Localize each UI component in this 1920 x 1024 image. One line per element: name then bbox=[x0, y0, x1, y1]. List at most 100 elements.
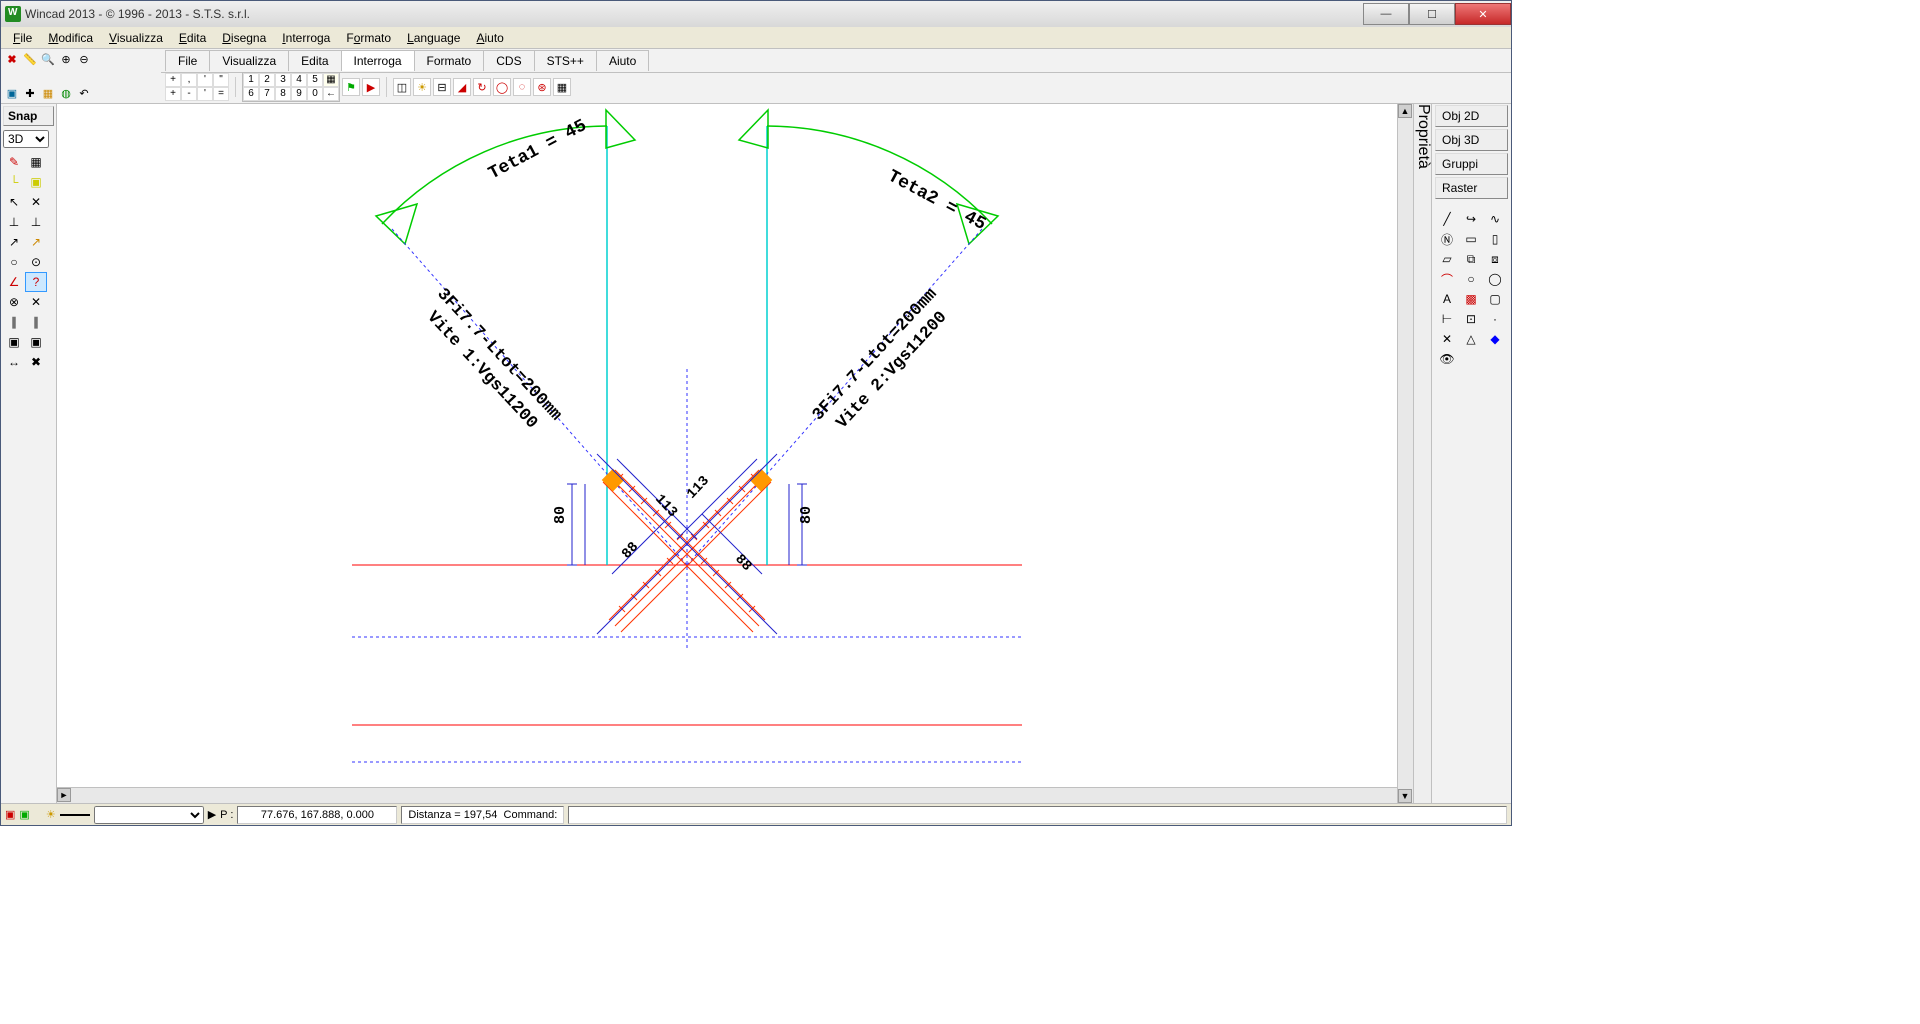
tool-zoom-icon[interactable]: 🔍 bbox=[41, 52, 55, 66]
draw-ang-icon[interactable]: ✕ bbox=[1436, 330, 1458, 348]
snap-par2-icon[interactable]: ∥ bbox=[25, 312, 47, 332]
menu-interroga[interactable]: Interroga bbox=[274, 29, 338, 47]
tool-zoomout-icon[interactable]: ⊖ bbox=[77, 52, 91, 66]
minimize-button[interactable]: — bbox=[1363, 3, 1409, 25]
horizontal-scrollbar[interactable]: ◄► bbox=[57, 787, 1397, 803]
tab-aiuto[interactable]: Aiuto bbox=[596, 50, 649, 71]
number-pad[interactable]: 12345▦ 67890← bbox=[242, 72, 340, 102]
snap-box-icon[interactable]: ▣ bbox=[25, 172, 47, 192]
plusminus-grid[interactable]: +,'" +-'= bbox=[165, 73, 229, 101]
tool-sel4-icon[interactable]: ◢ bbox=[453, 78, 471, 96]
draw-circle-icon[interactable]: ○ bbox=[1460, 270, 1482, 288]
snap-par-icon[interactable]: ∥ bbox=[3, 312, 25, 332]
close-button[interactable]: ✕ bbox=[1455, 3, 1511, 25]
linetype-select[interactable] bbox=[94, 806, 204, 824]
snap-int-icon[interactable]: ✕ bbox=[25, 292, 47, 312]
snap-win2-icon[interactable]: ▣ bbox=[25, 332, 47, 352]
draw-dim-icon[interactable]: ⊢ bbox=[1436, 310, 1458, 328]
snap-corner-icon[interactable]: └ bbox=[3, 172, 25, 192]
tab-obj3d[interactable]: Obj 3D bbox=[1435, 129, 1508, 151]
draw-fill-icon[interactable]: ▢ bbox=[1484, 290, 1506, 308]
tab-visualizza[interactable]: Visualizza bbox=[209, 50, 289, 71]
view-mode-select[interactable]: 3D bbox=[3, 130, 49, 148]
draw-curve-icon[interactable]: ∿ bbox=[1484, 210, 1506, 228]
draw-poly-icon[interactable]: Ⓝ bbox=[1436, 230, 1458, 248]
tool-sel5-icon[interactable]: ↻ bbox=[473, 78, 491, 96]
snap-perp2-icon[interactable]: ⊥ bbox=[25, 212, 47, 232]
tab-file[interactable]: File bbox=[165, 50, 210, 71]
draw-arc-icon[interactable]: ⌒ bbox=[1436, 270, 1458, 288]
tool-sel9-icon[interactable]: ▦ bbox=[553, 78, 571, 96]
tab-formato[interactable]: Formato bbox=[414, 50, 485, 71]
menu-language[interactable]: Language bbox=[399, 29, 468, 47]
snap-sel1-icon[interactable]: ∠ bbox=[3, 272, 25, 292]
menu-aiuto[interactable]: Aiuto bbox=[468, 29, 511, 47]
menu-visualizza[interactable]: Visualizza bbox=[101, 29, 171, 47]
tool-undo-icon[interactable]: ↶ bbox=[77, 86, 91, 100]
status-arrow-icon[interactable]: ▶ bbox=[208, 808, 216, 821]
draw-dot-icon[interactable]: ⊡ bbox=[1460, 310, 1482, 328]
draw-arrow-icon[interactable]: ↪ bbox=[1460, 210, 1482, 228]
tool-ruler-icon[interactable]: 📏 bbox=[23, 52, 37, 66]
snap-none-icon[interactable]: ✖ bbox=[25, 352, 47, 372]
snap-endpoint-icon[interactable]: ✎ bbox=[3, 152, 25, 172]
tab-stspp[interactable]: STS++ bbox=[534, 50, 597, 71]
draw-pt-icon[interactable]: · bbox=[1484, 310, 1506, 328]
tool-flag-icon[interactable]: ⚑ bbox=[342, 78, 360, 96]
tab-edita[interactable]: Edita bbox=[288, 50, 341, 71]
draw-rect-icon[interactable]: ▭ bbox=[1460, 230, 1482, 248]
tool-sel7-icon[interactable]: ◌ bbox=[513, 78, 531, 96]
tab-cds[interactable]: CDS bbox=[483, 50, 534, 71]
tool-sel8-icon[interactable]: ⊛ bbox=[533, 78, 551, 96]
snap-grid-icon[interactable]: ▦ bbox=[25, 152, 47, 172]
draw-eye-icon[interactable]: 👁 bbox=[1436, 350, 1458, 368]
draw-text-icon[interactable]: A bbox=[1436, 290, 1458, 308]
snap-arrow-icon[interactable]: ↔ bbox=[3, 352, 25, 372]
snap-cen-icon[interactable]: ⊙ bbox=[25, 252, 47, 272]
tool-sel2-icon[interactable]: ☀ bbox=[413, 78, 431, 96]
tool-sel3-icon[interactable]: ⊟ bbox=[433, 78, 451, 96]
snap-node-icon[interactable]: ⊗ bbox=[3, 292, 25, 312]
tab-raster[interactable]: Raster bbox=[1435, 177, 1508, 199]
tool-screen-icon[interactable]: ▣ bbox=[5, 86, 19, 100]
draw-blue-icon[interactable]: ◆ bbox=[1484, 330, 1506, 348]
tool-plus-icon[interactable]: ✚ bbox=[23, 86, 37, 100]
tool-globe-icon[interactable]: ◍ bbox=[59, 86, 73, 100]
tool-tri-icon[interactable]: ▶ bbox=[362, 78, 380, 96]
command-input[interactable] bbox=[568, 806, 1507, 824]
tab-gruppi[interactable]: Gruppi bbox=[1435, 153, 1508, 175]
menu-file[interactable]: File bbox=[5, 29, 40, 47]
snap-tan-icon[interactable]: ↗ bbox=[3, 232, 25, 252]
menu-edita[interactable]: Edita bbox=[171, 29, 214, 47]
draw-shape-icon[interactable]: ⧉ bbox=[1460, 250, 1482, 268]
snap-near-icon[interactable]: ↖ bbox=[3, 192, 25, 212]
draw-ang2-icon[interactable]: △ bbox=[1460, 330, 1482, 348]
snap-button[interactable]: Snap bbox=[3, 106, 54, 126]
tool-sel6-icon[interactable]: ◯ bbox=[493, 78, 511, 96]
draw-ellipse-icon[interactable]: ◯ bbox=[1484, 270, 1506, 288]
tool-zoomin-icon[interactable]: ⊕ bbox=[59, 52, 73, 66]
draw-shape2-icon[interactable]: ⧈ bbox=[1484, 250, 1506, 268]
tab-proprieta[interactable]: Proprietà bbox=[1414, 104, 1432, 169]
draw-hatch-icon[interactable]: ▩ bbox=[1460, 290, 1482, 308]
draw-rect2-icon[interactable]: ▯ bbox=[1484, 230, 1506, 248]
snap-ext-icon[interactable]: ↗ bbox=[25, 232, 47, 252]
snap-circ-icon[interactable]: ○ bbox=[3, 252, 25, 272]
draw-line-icon[interactable]: ╱ bbox=[1436, 210, 1458, 228]
snap-win-icon[interactable]: ▣ bbox=[3, 332, 25, 352]
vertical-scrollbar[interactable]: ▲▼ bbox=[1397, 104, 1413, 803]
tab-interroga[interactable]: Interroga bbox=[341, 50, 415, 71]
menu-disegna[interactable]: Disegna bbox=[214, 29, 274, 47]
status-layer2-icon[interactable]: ▣ bbox=[19, 808, 29, 821]
drawing-canvas[interactable]: Teta1 = 45 Teta2 = 45 bbox=[57, 104, 1397, 803]
status-sun-icon[interactable]: ☀ bbox=[46, 808, 56, 821]
menu-formato[interactable]: Formato bbox=[338, 29, 399, 47]
snap-x-icon[interactable]: ✕ bbox=[25, 192, 47, 212]
status-layer1-icon[interactable]: ▣ bbox=[5, 808, 15, 821]
snap-perp-icon[interactable]: ⊥ bbox=[3, 212, 25, 232]
tool-layer-icon[interactable]: ▦ bbox=[41, 86, 55, 100]
tool-red-x-icon[interactable]: ✖ bbox=[5, 52, 19, 66]
tab-obj2d[interactable]: Obj 2D bbox=[1435, 105, 1508, 127]
draw-tri-icon[interactable]: ▱ bbox=[1436, 250, 1458, 268]
maximize-button[interactable]: ☐ bbox=[1409, 3, 1455, 25]
